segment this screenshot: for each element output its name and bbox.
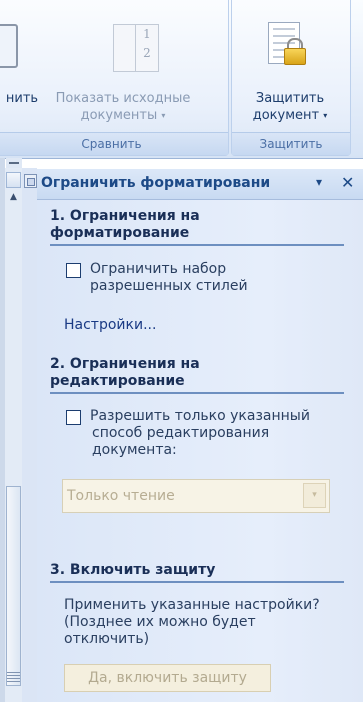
editing-type-select-value: Только чтение xyxy=(67,488,175,504)
protect-label-line2: документ xyxy=(252,108,320,123)
apply-text-line1: Применить указанные настройки? xyxy=(64,597,320,613)
section1-title: 1. Ограничения на форматирование xyxy=(50,208,340,242)
compare-icon[interactable] xyxy=(0,24,18,68)
show-source-label-line1: Показать исходные xyxy=(55,91,191,106)
show-source-documents-icon: 1 2 xyxy=(113,24,159,72)
checkbox1-line1: Ограничить набор xyxy=(90,261,227,277)
restrict-styles-checkbox[interactable] xyxy=(66,263,81,278)
close-icon[interactable]: ✕ xyxy=(341,173,354,192)
chevron-down-icon[interactable]: ▾ xyxy=(303,483,326,508)
protect-label-line1: Защитить xyxy=(255,91,325,106)
pane-icon xyxy=(24,174,37,188)
scroll-thumb[interactable] xyxy=(6,486,21,686)
checkbox2-line3: документа: xyxy=(92,442,177,458)
group-label-compare: Сравнить xyxy=(0,132,228,155)
ruler-toggle-button[interactable] xyxy=(6,172,21,188)
apply-text-line2: (Позднее их можно будет xyxy=(64,614,256,630)
checkbox1-line2: разрешенных стилей xyxy=(90,278,248,294)
split-handle[interactable] xyxy=(6,158,22,168)
section2-title: 2. Ограничения на редактирование xyxy=(50,356,340,390)
lock-icon xyxy=(284,48,306,65)
group-label-protect: Защитить xyxy=(232,132,350,155)
section2-title-line1: 2. Ограничения на xyxy=(50,356,200,372)
scroll-grip xyxy=(7,670,20,684)
section1-title-line2: форматирование xyxy=(50,225,190,241)
restrict-styles-checkbox-label[interactable]: Ограничить набор разрешенных стилей xyxy=(90,261,248,295)
allow-editing-checkbox[interactable] xyxy=(66,410,81,425)
section1-divider xyxy=(50,244,344,246)
pane-left-edge xyxy=(22,168,37,702)
page-left xyxy=(113,24,137,72)
section2-divider xyxy=(50,392,344,394)
checkbox2-line1: Разрешить только указанный xyxy=(90,408,310,424)
section3-title: 3. Включить защиту xyxy=(50,562,216,578)
apply-settings-text: Применить указанные настройки? (Позднее … xyxy=(64,597,349,648)
chevron-down-icon: ▾ xyxy=(323,111,328,120)
page-number-1: 1 xyxy=(143,27,151,41)
checkbox2-line2: способ редактирования xyxy=(92,425,270,441)
section3-divider xyxy=(50,581,344,583)
scroll-up-arrow-icon[interactable]: ▲ xyxy=(6,188,21,206)
enable-protection-button[interactable]: Да, включить защиту xyxy=(64,664,271,692)
pane-menu-dropdown-icon[interactable]: ▾ xyxy=(316,175,322,189)
pane-title: Ограничить форматировани xyxy=(41,175,271,191)
chevron-down-icon: ▾ xyxy=(161,111,166,120)
apply-text-line3: отключить) xyxy=(64,631,150,647)
section2-title-line2: редактирование xyxy=(50,373,185,389)
show-source-documents-button: Показать исходные документы ▾ xyxy=(44,90,202,124)
allow-editing-checkbox-label[interactable]: Разрешить только указанный способ редакт… xyxy=(90,408,310,459)
protect-document-icon[interactable] xyxy=(266,20,310,72)
settings-link[interactable]: Настройки... xyxy=(64,317,156,333)
compare-button-label[interactable]: нить xyxy=(0,90,48,107)
page-number-2: 2 xyxy=(143,46,151,60)
page-right: 1 2 xyxy=(135,24,159,72)
show-source-label-line2: документы xyxy=(80,108,158,123)
section1-title-line1: 1. Ограничения на xyxy=(50,208,200,224)
protect-document-button[interactable]: Защитить документ ▾ xyxy=(236,90,344,124)
